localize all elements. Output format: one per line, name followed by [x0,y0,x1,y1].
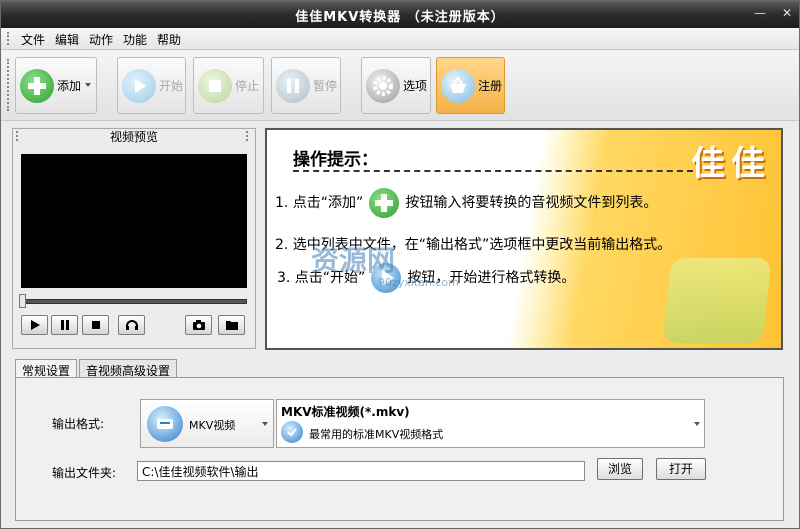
preview-grip-right-icon [246,131,250,141]
add-plus-icon [20,68,54,103]
stop-button[interactable]: 停止 [193,57,264,114]
tips-title: 操作提示： [293,150,378,170]
open-folder-button[interactable] [218,315,245,335]
play-icon [371,263,402,293]
output-folder-input[interactable] [137,461,585,481]
play-icon [122,68,156,103]
preview-volume-button[interactable] [118,315,145,335]
menu-edit[interactable]: 编辑 [55,31,79,48]
window-title: 佳佳MKV转换器 （未注册版本） [295,10,505,25]
toolbar: 添加 开始 停止 暂停 选项 注册 [1,51,799,121]
close-icon[interactable]: ✕ [780,6,794,20]
tip-line-2: 2. 选中列表中文件，在“输出格式”选项框中更改当前输出格式。 [275,237,672,253]
browse-button[interactable]: 浏览 [597,458,643,480]
preview-pause-button[interactable] [51,315,78,335]
tip-line-3: 3. 点击“开始” 按钮，开始进行格式转换。 [277,263,575,293]
brand-deco-text: 佳佳 [691,144,771,184]
video-preview-panel: 视频预览 [12,128,256,349]
register-button[interactable]: 注册 [436,57,505,114]
preview-play-button[interactable] [21,315,48,335]
preset-select[interactable]: MKV标准视频(*.mkv) 最常用的标准MKV视频格式 [276,399,705,448]
preview-title: 视频预览 [109,130,158,144]
title-bar: 佳佳MKV转换器 （未注册版本） — ✕ [1,1,799,28]
preview-grip-left-icon [16,131,20,141]
tab-general[interactable]: 常规设置 [15,359,78,379]
mkv-video-icon [147,406,183,442]
general-settings-panel: 输出格式: MKV视频 MKV标准视频(*.mkv) 最常用的标准MKV视频格式… [15,377,784,521]
tab-advanced[interactable]: 音视频高级设置 [79,359,178,378]
menu-grip-icon [7,32,11,45]
camera-icon [192,320,205,330]
add-plus-icon [369,188,400,218]
format-dropdown-icon[interactable] [262,422,268,426]
menu-action[interactable]: 动作 [89,31,113,48]
preset-description: 最常用的标准MKV视频格式 [309,428,444,441]
pause-button[interactable]: 暂停 [271,57,341,114]
menu-file[interactable]: 文件 [21,31,45,48]
pause-icon [60,320,69,330]
video-screen [21,154,247,288]
output-format-value: MKV视频 [189,419,236,432]
preset-title: MKV标准视频(*.mkv) [281,405,410,419]
menu-bar: 文件 编辑 动作 功能 帮助 [1,28,799,50]
preset-video-icon [281,421,303,443]
stop-icon [91,321,100,329]
minimize-icon[interactable]: — [753,6,767,20]
seek-bar[interactable] [19,294,247,308]
headphones-icon [125,320,138,330]
menu-help[interactable]: 帮助 [157,31,181,48]
open-button[interactable]: 打开 [656,458,706,480]
tips-divider [293,170,693,172]
tag-decoration-icon [662,258,772,343]
add-dropdown-icon[interactable] [85,83,91,87]
snapshot-button[interactable] [185,315,212,335]
menu-function[interactable]: 功能 [123,31,147,48]
preview-header: 视频预览 [13,129,255,145]
add-button[interactable]: 添加 [15,57,97,114]
tips-panel: 操作提示： 佳佳 1. 点击“添加” 按钮输入将要转换的音视频文件到列表。 2. … [265,128,783,350]
output-format-label: 输出格式: [52,417,105,431]
gear-icon [366,68,400,103]
app-window: 佳佳MKV转换器 （未注册版本） — ✕ 文件 编辑 动作 功能 帮助 添加 开… [0,0,800,529]
tip-line-1: 1. 点击“添加” 按钮输入将要转换的音视频文件到列表。 [275,188,657,218]
preset-dropdown-icon[interactable] [694,422,700,426]
basket-icon [441,68,475,103]
pause-icon [276,68,310,103]
play-icon [30,320,40,330]
preview-stop-button[interactable] [82,315,109,335]
output-format-select[interactable]: MKV视频 [140,399,274,448]
output-folder-label: 输出文件夹: [52,466,117,480]
seek-thumb[interactable] [19,294,26,308]
folder-icon [225,321,238,330]
start-button[interactable]: 开始 [117,57,186,114]
options-button[interactable]: 选项 [361,57,431,114]
stop-icon [198,68,232,103]
toolbar-grip-icon [7,59,11,111]
